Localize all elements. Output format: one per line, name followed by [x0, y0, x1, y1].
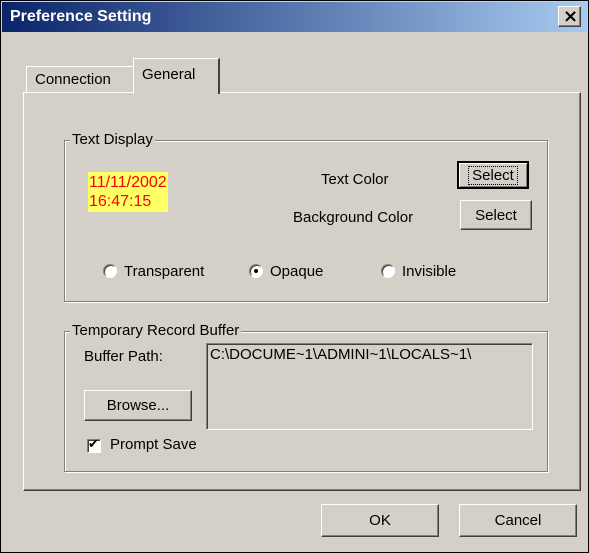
buffer-path-field[interactable]: C:\DOCUME~1\ADMINI~1\LOCALS~1\ — [206, 343, 533, 430]
preview-time: 16:47:15 — [89, 193, 152, 210]
buffer-path-value: C:\DOCUME~1\ADMINI~1\LOCALS~1\ — [210, 346, 472, 363]
text-color-select-label: Select — [468, 165, 518, 185]
background-color-select-button[interactable]: Select — [460, 200, 532, 230]
text-color-label: Text Color — [321, 171, 389, 188]
prompt-save-checkbox[interactable]: ✔ — [87, 437, 101, 453]
text-color-select-button[interactable]: Select — [457, 161, 529, 189]
text-display-group-label: Text Display — [70, 131, 155, 148]
invisible-radio[interactable] — [381, 264, 395, 278]
prompt-save-label[interactable]: Prompt Save — [110, 436, 197, 453]
tab-general[interactable]: General — [133, 58, 220, 94]
title-bar[interactable]: Preference Setting × — [2, 2, 587, 32]
record-buffer-group-label: Temporary Record Buffer — [70, 322, 242, 339]
checkmark-icon: ✔ — [88, 437, 99, 452]
transparent-radio-label[interactable]: Transparent — [124, 263, 204, 280]
text-color-preview: 11/11/2002 16:47:15 — [88, 172, 168, 212]
buffer-path-label: Buffer Path: — [84, 348, 163, 365]
cancel-button[interactable]: Cancel — [459, 504, 577, 537]
close-icon: × — [563, 6, 579, 27]
browse-button[interactable]: Browse... — [84, 390, 192, 421]
ok-button[interactable]: OK — [321, 504, 439, 537]
close-button[interactable]: × — [558, 6, 581, 27]
tab-general-label: General — [142, 66, 196, 83]
opaque-radio[interactable] — [249, 264, 263, 278]
background-color-label: Background Color — [293, 209, 414, 226]
transparent-radio[interactable] — [103, 264, 117, 278]
preview-date: 11/11/2002 — [89, 174, 167, 191]
opaque-radio-label[interactable]: Opaque — [270, 263, 323, 280]
tab-connection[interactable]: Connection — [26, 66, 133, 92]
invisible-radio-label[interactable]: Invisible — [402, 263, 456, 280]
tab-connection-label: Connection — [35, 71, 111, 88]
radio-selected-dot — [254, 269, 258, 273]
dialog-title: Preference Setting — [10, 8, 152, 25]
